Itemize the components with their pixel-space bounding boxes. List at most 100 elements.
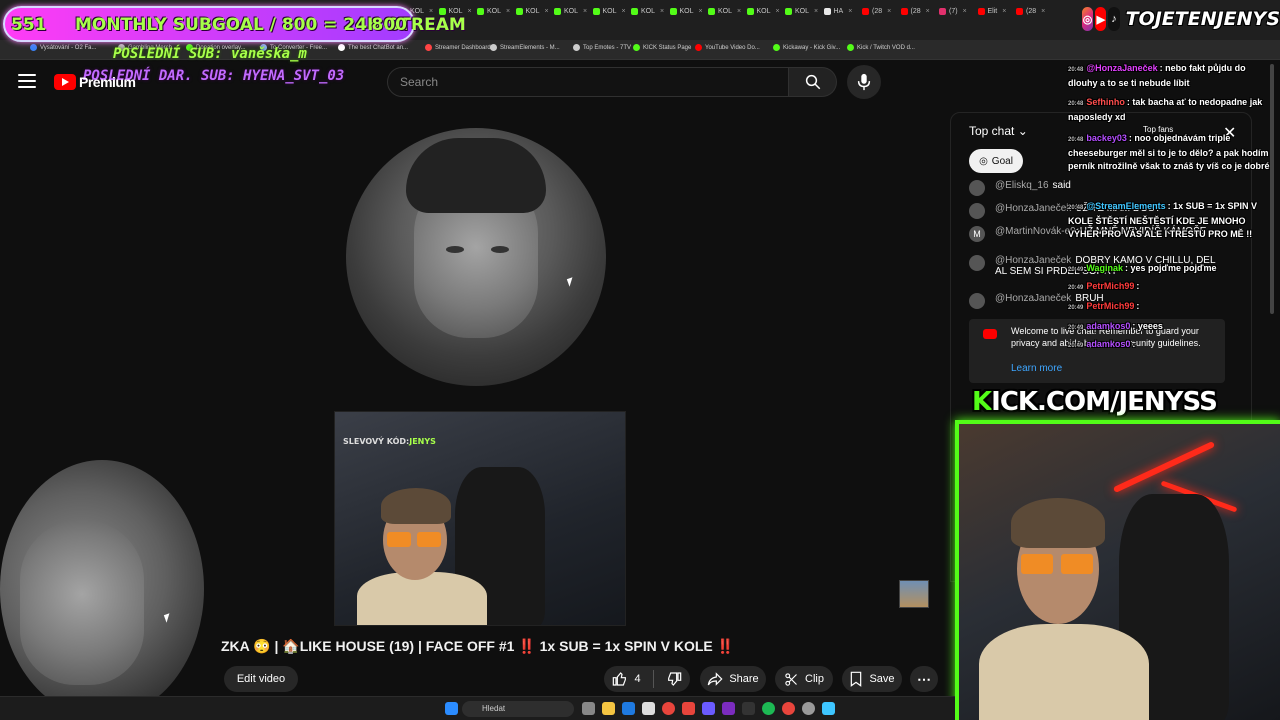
tab-close-icon[interactable]: × bbox=[660, 8, 664, 15]
browser-tab[interactable]: KOL × bbox=[554, 4, 587, 18]
tab-close-icon[interactable]: × bbox=[468, 8, 472, 15]
tab-label: KOL bbox=[487, 7, 502, 15]
youtube-brand-text: Premium bbox=[79, 74, 136, 90]
taskbar-search[interactable]: Hledat bbox=[462, 701, 574, 717]
tab-close-icon[interactable]: × bbox=[887, 8, 891, 15]
thumbs-down-icon[interactable] bbox=[666, 671, 682, 687]
chat-author[interactable]: @Eliskq_16 bbox=[995, 180, 1049, 191]
learn-more-link[interactable]: Learn more bbox=[1011, 363, 1062, 374]
tab-close-icon[interactable]: × bbox=[545, 8, 549, 15]
tab-close-icon[interactable]: × bbox=[848, 8, 852, 15]
browser-tab[interactable]: KOL × bbox=[477, 4, 510, 18]
goal-chip[interactable]: ◎ Goal bbox=[969, 149, 1023, 173]
tab-close-icon[interactable]: × bbox=[1041, 8, 1045, 15]
small-thumbnail[interactable] bbox=[899, 580, 929, 608]
browser-tab[interactable]: KOL × bbox=[708, 4, 741, 18]
store-icon[interactable] bbox=[642, 702, 655, 715]
browser-tab[interactable]: (28 × bbox=[1016, 4, 1045, 18]
chat-mode-dropdown[interactable]: Top chat ⌄ bbox=[969, 124, 1028, 138]
search-input[interactable]: Search bbox=[387, 67, 789, 97]
tab-close-icon[interactable]: × bbox=[506, 8, 510, 15]
edit-video-button[interactable]: Edit video bbox=[224, 666, 298, 692]
share-button[interactable]: Share bbox=[700, 666, 766, 692]
pip-code-value: JENYS bbox=[409, 437, 436, 446]
start-icon[interactable] bbox=[445, 702, 458, 715]
video-avatar-main bbox=[346, 128, 606, 386]
face-shape-secondary bbox=[20, 520, 144, 685]
bookmark-item[interactable]: The best ChatBot an... bbox=[338, 44, 408, 51]
chat-author[interactable]: @HonzaJaneček bbox=[995, 203, 1071, 214]
app-icon[interactable] bbox=[682, 702, 695, 715]
browser-tab[interactable]: (28 × bbox=[862, 4, 891, 18]
bookmark-item[interactable]: Streamer Dashboard bbox=[425, 44, 491, 51]
avatar[interactable] bbox=[969, 293, 985, 309]
browser-tab[interactable]: KOL × bbox=[515, 4, 549, 18]
menu-icon[interactable] bbox=[18, 74, 36, 88]
tab-close-icon[interactable]: × bbox=[737, 8, 741, 15]
glasses-right-main bbox=[1061, 554, 1093, 574]
task-view-icon[interactable] bbox=[582, 702, 595, 715]
overlay-chat-message: 20:49 adamkos0: yeees bbox=[1068, 320, 1273, 335]
chat-scrollbar[interactable] bbox=[1270, 64, 1274, 314]
browser-tab[interactable]: KOL × bbox=[631, 4, 664, 18]
bookmark-item[interactable]: YouTube Video Do... bbox=[695, 44, 760, 51]
search-button[interactable] bbox=[789, 67, 837, 97]
voice-search-button[interactable] bbox=[847, 65, 881, 99]
tab-favicon-icon bbox=[477, 7, 484, 15]
tab-close-icon[interactable]: × bbox=[699, 8, 703, 15]
chrome-icon-2[interactable] bbox=[782, 702, 795, 715]
settings-icon[interactable] bbox=[802, 702, 815, 715]
browser-tab[interactable]: Elit × bbox=[977, 4, 1006, 18]
browser-tab[interactable]: KOL × bbox=[669, 4, 703, 18]
bookmark-item[interactable]: KICK Status Page bbox=[633, 44, 691, 51]
bookmark-label: StreamElements - M... bbox=[500, 44, 560, 51]
like-button[interactable]: 4 bbox=[612, 671, 641, 687]
tab-close-icon[interactable]: × bbox=[583, 8, 587, 15]
bookmark-item[interactable]: StreamElements - M... bbox=[490, 44, 560, 51]
chat-author[interactable]: @HonzaJaneček bbox=[995, 293, 1071, 304]
tab-close-icon[interactable]: × bbox=[429, 8, 433, 15]
overlay-chat-time: 20:49 bbox=[1068, 343, 1084, 349]
spotify-icon[interactable] bbox=[762, 702, 775, 715]
chat-author[interactable]: @MartinNovák-e9 bbox=[995, 226, 1076, 237]
terminal-icon[interactable] bbox=[742, 702, 755, 715]
tab-close-icon[interactable]: × bbox=[622, 8, 626, 15]
bookmark-item[interactable]: Vysátování - O2 Fa... bbox=[30, 44, 96, 51]
browser-tab[interactable]: HA × bbox=[823, 4, 852, 18]
tiktok-icon: ♪ bbox=[1108, 7, 1120, 31]
avatar[interactable] bbox=[969, 255, 985, 271]
chrome-icon[interactable] bbox=[662, 702, 675, 715]
scissors-icon bbox=[785, 672, 797, 686]
tab-close-icon[interactable]: × bbox=[963, 8, 967, 15]
notepad-icon[interactable] bbox=[822, 702, 835, 715]
browser-tab[interactable]: (28 × bbox=[900, 4, 930, 18]
avatar[interactable]: M bbox=[969, 226, 985, 242]
clip-button[interactable]: Clip bbox=[775, 666, 833, 692]
tab-favicon-icon bbox=[554, 7, 561, 15]
discord-icon[interactable] bbox=[702, 702, 715, 715]
more-actions-button[interactable]: ⋯ bbox=[910, 666, 938, 692]
browser-tab[interactable]: (7) × bbox=[939, 4, 967, 18]
tab-close-icon[interactable]: × bbox=[926, 8, 930, 15]
tab-close-icon[interactable]: × bbox=[776, 8, 780, 15]
overlay-chat-time: 20:48 bbox=[1068, 205, 1084, 211]
bookmark-item[interactable]: Kick / Twitch VOD d... bbox=[847, 44, 915, 51]
avatar[interactable] bbox=[969, 203, 985, 219]
avatar[interactable] bbox=[969, 180, 985, 196]
streamer-hair bbox=[381, 488, 451, 524]
edge-icon[interactable] bbox=[622, 702, 635, 715]
file-explorer-icon[interactable] bbox=[602, 702, 615, 715]
youtube-logo[interactable]: Premium bbox=[54, 74, 136, 90]
chat-author[interactable]: @HonzaJaneček bbox=[995, 255, 1071, 266]
browser-tab[interactable]: KOL × bbox=[592, 4, 626, 18]
save-button[interactable]: Save bbox=[842, 666, 902, 692]
browser-tab[interactable]: KOL × bbox=[746, 4, 780, 18]
tab-close-icon[interactable]: × bbox=[1002, 8, 1006, 15]
kick-url-banner: KICK.COM/JENYSS bbox=[972, 387, 1218, 417]
obs-icon[interactable] bbox=[722, 702, 735, 715]
browser-tab[interactable]: KOL × bbox=[785, 4, 818, 18]
microphone-icon bbox=[857, 73, 871, 91]
bookmark-item[interactable]: Kickaway - Kick Giv... bbox=[773, 44, 840, 51]
bookmark-item[interactable]: Top Emotes - 7TV bbox=[573, 44, 631, 51]
tab-close-icon[interactable]: × bbox=[814, 8, 818, 15]
